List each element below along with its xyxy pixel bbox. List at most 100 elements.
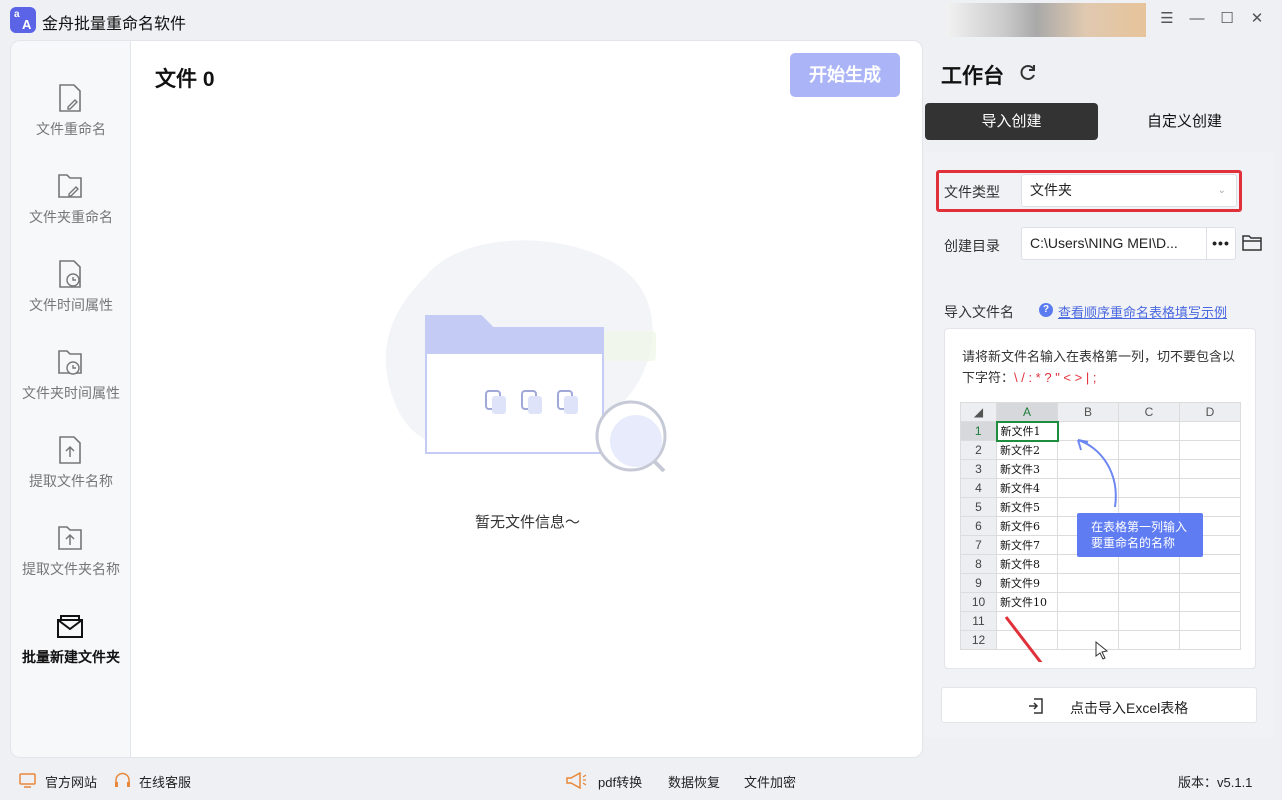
file-count: 文件 0	[155, 68, 215, 91]
table-row: 3 新文件3	[960, 459, 1241, 479]
minimize-icon[interactable]: —	[1187, 9, 1207, 29]
sidebar-item-file-time[interactable]: 文件时间属性	[11, 229, 131, 317]
import-icon	[1029, 698, 1043, 714]
folder-upload-icon	[58, 526, 82, 550]
row-number: 11	[960, 611, 997, 631]
sidebar-item-folder-rename[interactable]: 文件夹重命名	[11, 141, 131, 229]
sheet-cell	[1118, 478, 1180, 498]
table-row: 10 新文件10	[960, 592, 1241, 612]
sidebar: 文件重命名 文件夹重命名 文件时间属性 文件夹时间属性 提取文件名称 提取文件夹…	[10, 40, 130, 758]
sheet-cell: 新文件7	[996, 535, 1058, 555]
table-row: 4 新文件4	[960, 478, 1241, 498]
table-row: 1 新文件1	[960, 420, 1241, 442]
sidebar-item-file-rename[interactable]: 文件重命名	[11, 53, 131, 141]
directory-input[interactable]: C:\Users\NING MEI\D...	[1021, 227, 1207, 260]
sheet-cell	[1179, 459, 1241, 479]
sheet-cell: 新文件1	[995, 420, 1059, 442]
row-number: 2	[960, 440, 997, 460]
sheet-cell	[996, 611, 1058, 631]
sheet-cell	[1179, 592, 1241, 612]
row-number: 5	[960, 497, 997, 517]
sheet-cell	[1179, 611, 1241, 631]
sidebar-item-folder-time[interactable]: 文件夹时间属性	[11, 317, 131, 405]
sidebar-item-label: 文件夹时间属性	[22, 385, 120, 401]
sheet-cell	[1179, 554, 1241, 574]
status-bar: 官方网站 在线客服 pdf转换 数据恢复 文件加密 版本：v5.1.1	[0, 762, 1282, 800]
data-recovery-link[interactable]: 数据恢复	[668, 772, 720, 791]
forbidden-chars: \ / : * ? " < > | ;	[1014, 370, 1097, 385]
sidebar-item-label: 提取文件夹名称	[22, 561, 120, 577]
app-title: 金舟批量重命名软件	[42, 16, 187, 33]
help-example-link[interactable]: 查看顺序重命名表格填写示例	[1058, 302, 1227, 321]
start-generate-button[interactable]: 开始生成	[790, 53, 900, 97]
tab-custom-create[interactable]: 自定义创建	[1098, 103, 1271, 140]
sidebar-item-label: 批量新建文件夹	[22, 649, 120, 665]
refresh-icon[interactable]	[1018, 62, 1038, 82]
sheet-cell	[1118, 440, 1180, 460]
title-bar: a A 金舟批量重命名软件 ☰ — ☐ ✕	[0, 0, 1282, 40]
tab-import-create[interactable]: 导入创建	[925, 103, 1098, 140]
sheet-cell	[1057, 611, 1119, 631]
sheet-cell	[1179, 440, 1241, 460]
new-folder-icon	[57, 615, 83, 638]
import-excel-button[interactable]: 点击导入Excel表格	[941, 687, 1257, 723]
sheet-cell	[1057, 421, 1119, 441]
sidebar-item-batch-new-folder[interactable]: 批量新建文件夹	[11, 581, 131, 669]
column-header: C	[1118, 402, 1180, 422]
sheet-cell	[996, 630, 1058, 650]
sheet-cell: 新文件5	[996, 497, 1058, 517]
sheet-cell: 新文件10	[996, 592, 1058, 612]
menu-icon[interactable]: ☰	[1157, 9, 1177, 29]
user-avatar-banner[interactable]	[946, 3, 1146, 37]
file-type-label: 文件类型	[944, 184, 1000, 200]
file-encrypt-link[interactable]: 文件加密	[744, 772, 796, 791]
headset-icon	[115, 772, 130, 787]
file-type-value: 文件夹	[1030, 182, 1072, 198]
sheet-cell	[1057, 478, 1119, 498]
table-row: 9 新文件9	[960, 573, 1241, 593]
sheet-cell	[1118, 459, 1180, 479]
sheet-cell	[1179, 421, 1241, 441]
monitor-icon	[19, 773, 36, 788]
sample-tip-text: 请将新文件名输入在表格第一列，切不要包含以下字符：	[962, 349, 1236, 385]
column-header: B	[1057, 402, 1119, 422]
sheet-cell: 新文件2	[996, 440, 1058, 460]
sample-tip: 请将新文件名输入在表格第一列，切不要包含以下字符：\ / : * ? " < >…	[962, 346, 1247, 388]
megaphone-icon	[566, 772, 587, 789]
table-row: 2 新文件2	[960, 440, 1241, 460]
sidebar-item-extract-file-name[interactable]: 提取文件名称	[11, 405, 131, 493]
pdf-convert-link[interactable]: pdf转换	[598, 772, 642, 791]
row-number: 12	[960, 630, 997, 650]
browse-more-button[interactable]: •••	[1206, 227, 1236, 260]
workbench-title: 工作台	[941, 65, 1004, 88]
sheet-cell: 新文件6	[996, 516, 1058, 536]
official-website-link[interactable]: 官方网站	[45, 772, 97, 791]
sheet-cell	[1118, 611, 1180, 631]
sheet-cell	[1057, 554, 1119, 574]
sheet-cell	[1057, 459, 1119, 479]
online-support-link[interactable]: 在线客服	[139, 772, 191, 791]
close-icon[interactable]: ✕	[1247, 9, 1267, 29]
sidebar-item-extract-folder-name[interactable]: 提取文件夹名称	[11, 493, 131, 581]
main-panel: 文件 0 开始生成 暂无文件信息～	[130, 40, 923, 758]
sheet-cell	[1179, 478, 1241, 498]
sheet-cell: 新文件8	[996, 554, 1058, 574]
maximize-icon[interactable]: ☐	[1217, 9, 1237, 29]
column-header: D	[1179, 402, 1241, 422]
file-upload-icon	[59, 436, 81, 464]
file-type-select[interactable]: 文件夹 ⌄	[1021, 174, 1237, 207]
app-logo-icon: a A	[10, 7, 36, 33]
sheet-cell	[1057, 630, 1119, 650]
sheet-cell	[1118, 592, 1180, 612]
folder-open-icon[interactable]	[1242, 234, 1262, 251]
chevron-down-icon: ⌄	[1217, 185, 1226, 196]
import-excel-label: 点击导入Excel表格	[1070, 700, 1189, 716]
sheet-cell	[1118, 421, 1180, 441]
table-row: 12	[960, 630, 1241, 650]
sheet-cell: 新文件3	[996, 459, 1058, 479]
empty-state-text: 暂无文件信息～	[474, 514, 580, 531]
table-row: 8 新文件8	[960, 554, 1241, 574]
file-clock-icon	[59, 260, 81, 288]
empty-folder-illustration	[386, 240, 667, 473]
file-edit-icon	[59, 84, 81, 112]
